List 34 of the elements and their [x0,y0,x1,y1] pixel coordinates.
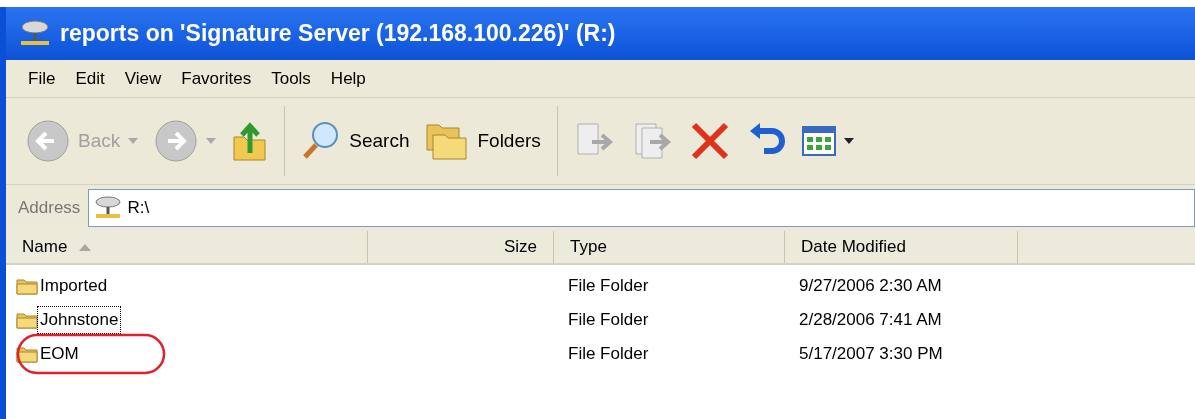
file-name[interactable]: Johnstone [38,307,121,333]
type-cell-text: File Folder [567,275,650,298]
folder-icon [16,311,38,329]
date-cell-text: 2/28/2006 7:41 AM [798,309,943,332]
menu-item[interactable]: Edit [65,65,115,92]
menu-item[interactable]: View [114,65,172,92]
type-cell-text: File Folder [567,309,650,332]
file-name[interactable]: Imported [38,273,110,299]
delete-x-icon [689,121,730,161]
column-header[interactable]: Date Modified [785,231,1018,263]
address-label: Address [18,197,81,220]
window-title: reports on 'Signature Server (192.168.100.226)' (R:) [60,19,616,49]
folders-icon [425,121,470,161]
menu-item[interactable]: Tools [261,65,321,92]
address-field[interactable]: R:\ [88,189,1195,227]
date-cell-text: 9/27/2006 2:30 AM [798,275,943,298]
column-header[interactable]: Name [6,231,368,263]
search-button[interactable]: Search [293,113,418,169]
network-drive-icon [93,195,124,221]
menu-item[interactable]: Help [320,65,376,92]
column-header[interactable]: Type [554,231,785,263]
views-grid-icon [801,126,836,156]
menu-item[interactable]: Favorites [171,65,262,92]
folders-button[interactable]: Folders [417,113,549,169]
folder-icon [16,277,38,295]
date-cell-text: 5/17/2007 3:30 PM [798,343,944,366]
caret-icon [206,138,217,144]
type-cell-text: File Folder [567,343,650,366]
caret-icon [843,138,854,144]
address-value: R:\ [127,197,150,220]
menu-item[interactable]: File [18,65,66,92]
caret-icon [128,138,139,144]
file-name[interactable]: EOM [38,341,81,367]
column-header[interactable]: Size [368,231,554,263]
